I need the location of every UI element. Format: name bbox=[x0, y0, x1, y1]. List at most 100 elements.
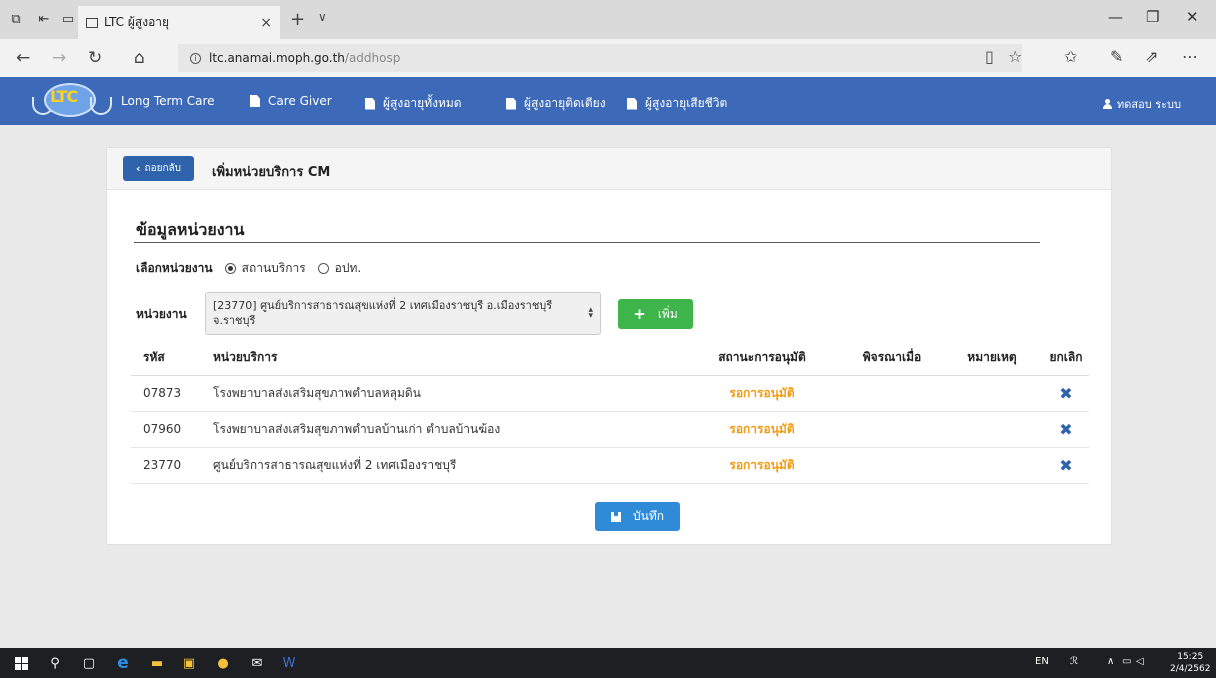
nav-label: ผู้สูงอายุติดเตียง bbox=[524, 96, 606, 110]
windows-taskbar: ⚲ ▢ e ▬ ▣ ● ✉ W EN ℛ ∧ ▭ ◁ 15:25 2/4/256… bbox=[0, 648, 1216, 678]
section-divider bbox=[134, 242, 1040, 243]
nav-long-term-care[interactable]: Long Term Care bbox=[121, 94, 215, 108]
favorites-hub-icon[interactable]: ✩ bbox=[1064, 47, 1077, 66]
input-language[interactable]: EN bbox=[1035, 656, 1049, 667]
radio-local-admin[interactable] bbox=[317, 263, 329, 274]
search-icon[interactable]: ⚲ bbox=[46, 654, 64, 672]
col-unit: หน่วยบริการ bbox=[201, 341, 681, 376]
document-icon bbox=[365, 97, 375, 110]
floppy-disk-icon bbox=[611, 511, 621, 522]
tab-actions-icon[interactable]: ⧉ bbox=[2, 0, 30, 39]
cell-unit: โรงพยาบาลส่งเสริมสุขภาพตำบลหลุมดิน bbox=[201, 375, 681, 412]
nav-label: Long Term Care bbox=[121, 94, 215, 108]
tab-title: LTC ผู้สูงอายุ bbox=[104, 15, 170, 29]
home-icon[interactable]: ⌂ bbox=[134, 48, 145, 68]
add-label: เพิ่ม bbox=[657, 306, 678, 321]
task-view-icon[interactable]: ▢ bbox=[80, 654, 98, 672]
unit-label: หน่วยงาน bbox=[136, 307, 187, 321]
col-considered: พิจรณาเมื่อ bbox=[831, 341, 941, 376]
address-bar-row: ← → ↻ ⌂ i ltc.anamai.moph.go.th/addhosp … bbox=[0, 39, 1216, 77]
nav-label: Care Giver bbox=[268, 94, 332, 108]
document-icon bbox=[250, 95, 260, 107]
battery-icon[interactable]: ▭ bbox=[1122, 656, 1131, 667]
radio-service-place-label[interactable]: สถานบริการ bbox=[242, 259, 306, 278]
user-menu[interactable]: ทดสอบ ระบบ bbox=[1103, 95, 1181, 113]
cell-note bbox=[941, 375, 1031, 412]
cell-note bbox=[941, 447, 1031, 484]
forward-arrow-icon[interactable]: → bbox=[52, 48, 66, 68]
ltc-logo[interactable]: LTC bbox=[32, 83, 112, 119]
page-title: เพิ่มหน่วยบริการ CM bbox=[212, 165, 331, 180]
cell-code: 07960 bbox=[131, 411, 201, 448]
cancel-x-icon[interactable]: ✖ bbox=[1059, 384, 1072, 403]
add-cm-panel: ‹ ถอยกลับ เพิ่มหน่วยบริการ CM ข้อมูลหน่ว… bbox=[106, 147, 1112, 545]
mail-icon[interactable]: ✉ bbox=[248, 654, 266, 672]
col-cancel: ยกเลิก bbox=[1031, 341, 1089, 376]
cell-unit: ศูนย์บริการสาธารณสุขแห่งที่ 2 เทศเมืองรา… bbox=[201, 447, 681, 484]
save-button[interactable]: บันทึก bbox=[595, 502, 680, 531]
edge-browser-icon[interactable]: e bbox=[114, 653, 132, 673]
refresh-icon[interactable]: ↻ bbox=[88, 48, 102, 68]
col-note: หมายเหตุ bbox=[941, 341, 1031, 376]
browser-tab-bar: ⧉ ⇤ ▭ LTC ผู้สูงอายุ × + ∨ — ❐ ✕ bbox=[0, 0, 1216, 39]
user-icon bbox=[1103, 99, 1112, 109]
back-label: ถอยกลับ bbox=[144, 163, 181, 174]
favorite-star-icon[interactable]: ☆ bbox=[1008, 47, 1022, 66]
volume-icon[interactable]: ◁ bbox=[1136, 656, 1144, 667]
cancel-x-icon[interactable]: ✖ bbox=[1059, 420, 1072, 439]
minimize-icon[interactable]: — bbox=[1108, 8, 1123, 26]
unit-select-value: [23770] ศูนย์บริการสาธารณสุขแห่งที่ 2 เท… bbox=[213, 299, 553, 327]
col-code: รหัส bbox=[131, 341, 201, 376]
service-unit-table: รหัส หน่วยบริการ สถานะการอนุมัติ พิจรณาเ… bbox=[131, 341, 1089, 484]
store-icon[interactable]: ▣ bbox=[180, 654, 198, 672]
restore-icon[interactable]: ❐ bbox=[1146, 8, 1159, 26]
cell-considered bbox=[831, 411, 941, 448]
logo-text: LTC bbox=[50, 87, 78, 106]
tray-chevron-icon[interactable]: ∧ bbox=[1107, 656, 1114, 667]
section-title: ข้อมูลหน่วยงาน bbox=[136, 220, 245, 239]
table-row: 07873 โรงพยาบาลส่งเสริมสุขภาพตำบลหลุมดิน… bbox=[131, 375, 1089, 412]
back-arrow-icon[interactable]: ← bbox=[16, 48, 30, 68]
people-icon[interactable]: ℛ bbox=[1070, 656, 1078, 667]
windows-start-icon[interactable] bbox=[12, 654, 30, 672]
chrome-icon[interactable]: ● bbox=[214, 654, 232, 672]
reading-view-icon[interactable]: ▯ bbox=[985, 47, 994, 66]
word-icon[interactable]: W bbox=[280, 654, 298, 672]
nav-care-giver[interactable]: Care Giver bbox=[250, 94, 332, 108]
url-field[interactable]: i ltc.anamai.moph.go.th/addhosp bbox=[178, 44, 1022, 72]
radio-local-admin-label[interactable]: อปท. bbox=[335, 259, 362, 278]
site-info-icon[interactable]: i bbox=[190, 52, 201, 64]
logo-right-hand-icon bbox=[90, 97, 112, 115]
plus-icon: + bbox=[633, 305, 646, 323]
new-tab-icon[interactable]: + bbox=[290, 9, 305, 30]
cancel-x-icon[interactable]: ✖ bbox=[1059, 456, 1072, 475]
system-clock[interactable]: 15:25 2/4/2562 bbox=[1170, 651, 1210, 675]
table-row: 07960 โรงพยาบาลส่งเสริมสุขภาพตำบลบ้านเก่… bbox=[131, 411, 1089, 448]
tab-preview-chevron-icon[interactable]: ∨ bbox=[318, 10, 327, 24]
add-button[interactable]: + เพิ่ม bbox=[618, 299, 693, 329]
unit-type-chooser: เลือกหน่วยงาน สถานบริการ อปท. bbox=[136, 259, 373, 278]
select-arrows-icon: ▴ ▾ bbox=[588, 305, 593, 321]
panel-header: ‹ ถอยกลับ เพิ่มหน่วยบริการ CM bbox=[107, 148, 1111, 190]
cell-code: 23770 bbox=[131, 447, 201, 484]
cell-code: 07873 bbox=[131, 375, 201, 412]
clock-time: 15:25 bbox=[1177, 652, 1204, 662]
file-explorer-icon[interactable]: ▬ bbox=[148, 654, 166, 672]
window-close-icon[interactable]: ✕ bbox=[1186, 8, 1199, 26]
unit-select[interactable]: [23770] ศูนย์บริการสาธารณสุขแห่งที่ 2 เท… bbox=[205, 292, 601, 335]
web-note-icon[interactable]: ✎ bbox=[1110, 47, 1123, 66]
nav-deceased-elderly[interactable]: ผู้สูงอายุเสียชีวิต bbox=[627, 94, 727, 113]
tab-close-icon[interactable]: × bbox=[260, 15, 272, 31]
document-icon bbox=[627, 97, 637, 110]
radio-service-place[interactable] bbox=[224, 263, 236, 274]
share-icon[interactable]: ⇗ bbox=[1145, 47, 1158, 66]
nav-label: ผู้สูงอายุทั้งหมด bbox=[383, 96, 462, 110]
more-menu-icon[interactable]: ⋯ bbox=[1182, 47, 1198, 66]
back-button[interactable]: ‹ ถอยกลับ bbox=[123, 156, 194, 181]
nav-bedridden-elderly[interactable]: ผู้สูงอายุติดเตียง bbox=[506, 94, 606, 113]
browser-tab[interactable]: LTC ผู้สูงอายุ × bbox=[78, 6, 280, 39]
nav-all-elderly[interactable]: ผู้สูงอายุทั้งหมด bbox=[365, 94, 462, 113]
url-path: /addhosp bbox=[344, 51, 401, 65]
choose-unit-label: เลือกหน่วยงาน bbox=[136, 261, 213, 275]
table-header-row: รหัส หน่วยบริการ สถานะการอนุมัติ พิจรณาเ… bbox=[131, 341, 1089, 376]
